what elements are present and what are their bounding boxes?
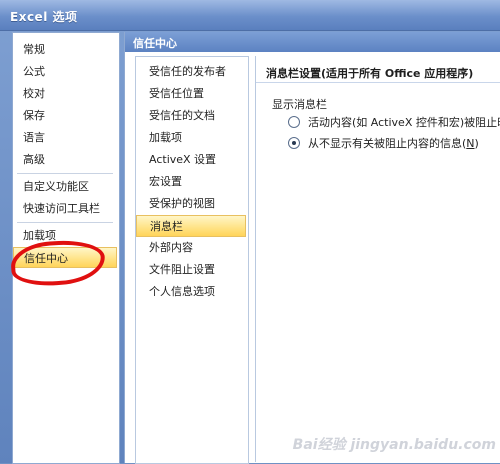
nav-trusted-locations[interactable]: 受信任位置 — [136, 83, 246, 105]
nav-trusted-documents[interactable]: 受信任的文档 — [136, 105, 246, 127]
nav-trusted-publishers[interactable]: 受信任的发布者 — [136, 61, 246, 83]
category-formulas[interactable]: 公式 — [13, 61, 117, 82]
show-message-bar-label: 显示消息栏 — [272, 98, 327, 111]
category-language[interactable]: 语言 — [13, 127, 117, 148]
option-show-message-bar[interactable]: 活动内容(如 ActiveX 控件和宏)被阻止时在 — [288, 114, 500, 130]
nav-privacy-options[interactable]: 个人信息选项 — [136, 281, 246, 303]
radio-button[interactable] — [288, 116, 300, 128]
nav-add-ins[interactable]: 加载项 — [136, 127, 246, 149]
option-never-show-info[interactable]: 从不显示有关被阻止内容的信息(N) — [288, 135, 479, 151]
category-advanced[interactable]: 高级 — [13, 149, 117, 170]
category-list: 常规 公式 校对 保存 语言 高级 自定义功能区 快速访问工具栏 加载项 信任中… — [9, 32, 120, 464]
category-proofing[interactable]: 校对 — [13, 83, 117, 104]
settings-header: 消息栏设置(适用于所有 Office 应用程序) — [256, 60, 500, 83]
nav-file-block-settings[interactable]: 文件阻止设置 — [136, 259, 246, 281]
nav-activex-settings[interactable]: ActiveX 设置 — [136, 149, 246, 171]
section-header: 信任中心 — [125, 32, 500, 52]
watermark: Bai经验 jingyan.baidu.com — [292, 437, 496, 453]
category-trust-center[interactable]: 信任中心 — [13, 247, 117, 268]
category-divider — [17, 222, 113, 223]
category-save[interactable]: 保存 — [13, 105, 117, 126]
option-label: 从不显示有关被阻止内容的信息(N) — [308, 135, 479, 151]
category-add-ins[interactable]: 加载项 — [13, 225, 117, 246]
excel-options-window: Excel 选项 常规 公式 校对 保存 语言 高级 自定义功能区 快速访问工具… — [0, 0, 500, 464]
settings-header-text: 消息栏设置(适用于所有 Office 应用程序) — [266, 67, 474, 80]
nav-external-content[interactable]: 外部内容 — [136, 237, 246, 259]
nav-macro-settings[interactable]: 宏设置 — [136, 171, 246, 193]
option-label-suffix: ) — [474, 137, 479, 150]
window-title: Excel 选项 — [10, 10, 78, 24]
title-bar[interactable]: Excel 选项 — [0, 0, 500, 31]
option-label: 活动内容(如 ActiveX 控件和宏)被阻止时在 — [308, 116, 500, 129]
trust-center-nav: 受信任的发布者 受信任位置 受信任的文档 加载项 ActiveX 设置 宏设置 … — [135, 56, 249, 464]
category-customize-ribbon[interactable]: 自定义功能区 — [13, 176, 117, 197]
category-general[interactable]: 常规 — [13, 39, 117, 60]
category-divider — [17, 173, 113, 174]
category-quick-access-toolbar[interactable]: 快速访问工具栏 — [13, 198, 117, 219]
option-label-prefix: 从不显示有关被阻止内容的信息( — [308, 137, 467, 150]
trust-center-area: 信任中心 受信任的发布者 受信任位置 受信任的文档 加载项 ActiveX 设置… — [124, 32, 500, 464]
nav-message-bar[interactable]: 消息栏 — [136, 215, 246, 237]
section-title: 信任中心 — [133, 37, 177, 50]
radio-button-checked[interactable] — [288, 137, 300, 149]
accelerator-key: N — [466, 137, 475, 150]
message-bar-settings: 消息栏设置(适用于所有 Office 应用程序) 显示消息栏 活动内容(如 Ac… — [255, 56, 500, 462]
nav-protected-view[interactable]: 受保护的视图 — [136, 193, 246, 215]
